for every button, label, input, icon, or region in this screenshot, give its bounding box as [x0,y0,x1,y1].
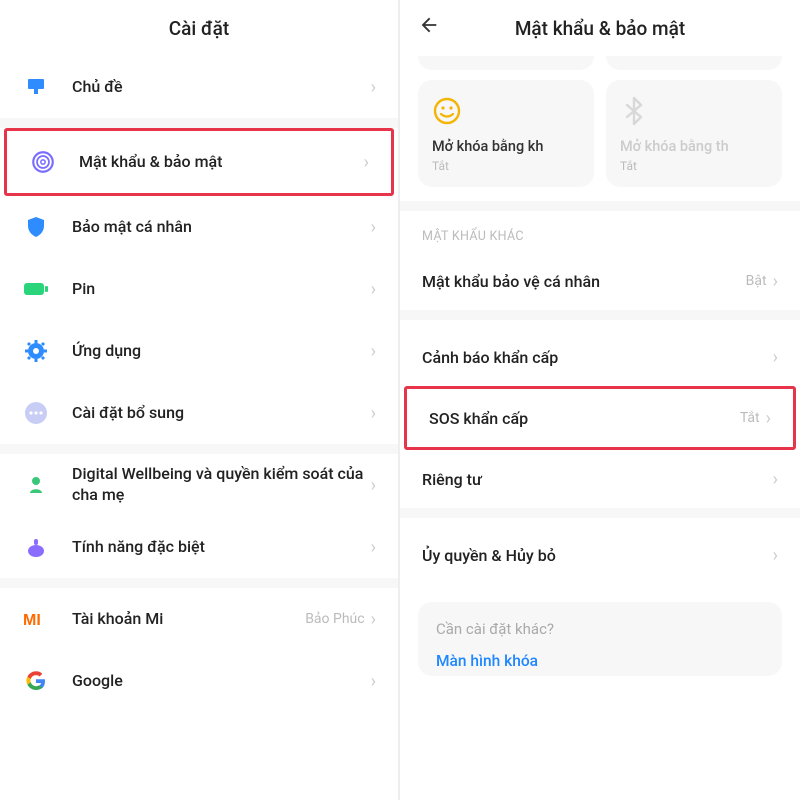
chevron-right-icon: › [773,545,778,566]
bluetooth-icon [620,96,650,126]
row-label: Ứng dụng [72,341,371,362]
chevron-right-icon: › [371,403,376,424]
section-header: MẬT KHẨU KHÁC [400,211,800,252]
cards-row-partial [400,56,800,80]
divider [400,508,800,518]
chevron-right-icon: › [766,408,771,429]
divider [0,444,398,454]
row-value: Tắt [740,410,760,426]
chevron-right-icon: › [773,469,778,490]
battery-icon [22,275,50,303]
row-mi-account[interactable]: MI Tài khoản Mi Bảo Phúc › [0,588,398,650]
more-icon [22,399,50,427]
row-label: Tài khoản Mi [72,609,305,630]
divider [0,578,398,588]
row-label: Chủ đề [72,77,371,98]
shield-icon [22,213,50,241]
chevron-right-icon: › [773,347,778,368]
wellbeing-icon [22,471,50,499]
row-label: Digital Wellbeing và quyền kiểm soát của… [72,464,371,506]
row-label: SOS khẩn cấp [429,409,740,428]
row-label: Ủy quyền & Hủy bỏ [422,546,773,565]
chevron-right-icon: › [371,537,376,558]
fingerprint-icon [29,148,57,176]
page-title: Cài đặt [169,17,229,40]
row-privacy-password[interactable]: Mật khẩu bảo vệ cá nhân Bật › [400,252,800,310]
row-google[interactable]: Google › [0,650,398,712]
row-wellbeing[interactable]: Digital Wellbeing và quyền kiểm soát của… [0,454,398,516]
row-label: Pin [72,279,371,300]
page-title: Mật khẩu & bảo mật [515,17,685,40]
security-screen: Mật khẩu & bảo mật Mở khóa bằng kh Tắt M… [400,0,800,800]
row-label: Bảo mật cá nhân [72,217,371,238]
highlight-box: SOS khẩn cấp Tắt › [404,386,796,450]
special-icon [22,533,50,561]
row-auth-revoke[interactable]: Ủy quyền & Hủy bỏ › [400,526,800,584]
settings-screen: Cài đặt Chủ đề › Mật khẩu & bảo mật › Bả… [0,0,400,800]
header: Cài đặt [0,0,398,56]
row-label: Mật khẩu & bảo mật [79,152,364,173]
card-bluetooth-unlock[interactable]: Mở khóa bằng th Tắt [606,80,782,187]
divider [400,201,800,211]
row-label: Mật khẩu bảo vệ cá nhân [422,272,746,291]
row-value: Bật [746,273,767,289]
chevron-right-icon: › [364,152,369,173]
footer-card: Cần cài đặt khác? Màn hình khóa [418,602,782,676]
chevron-right-icon: › [371,77,376,98]
chevron-right-icon: › [773,271,778,292]
card-sub: Tắt [620,159,768,173]
google-icon [22,667,50,695]
row-privacy[interactable]: Riêng tư › [400,450,800,508]
back-button[interactable] [418,14,440,42]
chevron-right-icon: › [371,475,376,496]
row-privacy[interactable]: Bảo mật cá nhân › [0,196,398,258]
row-emergency-alerts[interactable]: Cảnh báo khẩn cấp › [400,328,800,386]
chevron-right-icon: › [371,341,376,362]
row-value: Bảo Phúc [305,611,364,627]
row-label: Riêng tư [422,470,773,489]
chevron-right-icon: › [371,671,376,692]
smile-icon [432,96,462,126]
row-password-security[interactable]: Mật khẩu & bảo mật › [7,131,391,193]
divider [0,118,398,128]
theme-icon [22,73,50,101]
row-label: Tính năng đặc biệt [72,537,371,558]
card-title: Mở khóa bằng th [620,138,768,155]
row-battery[interactable]: Pin › [0,258,398,320]
row-label: Cảnh báo khẩn cấp [422,348,773,367]
header: Mật khẩu & bảo mật [400,0,800,56]
row-label: Google [72,671,371,692]
highlight-box: Mật khẩu & bảo mật › [4,128,394,196]
chevron-right-icon: › [371,609,376,630]
mi-icon: MI [22,605,50,633]
footer-link[interactable]: Màn hình khóa [436,652,764,670]
unlock-cards: Mở khóa bằng kh Tắt Mở khóa bằng th Tắt [400,80,800,201]
row-special[interactable]: Tính năng đặc biệt › [0,516,398,578]
row-apps[interactable]: Ứng dụng › [0,320,398,382]
divider [400,310,800,320]
footer-question: Cần cài đặt khác? [436,620,764,638]
chevron-right-icon: › [371,279,376,300]
chevron-right-icon: › [371,217,376,238]
card-sub: Tắt [432,159,580,173]
gear-icon [22,337,50,365]
row-theme[interactable]: Chủ đề › [0,56,398,118]
card-face-unlock[interactable]: Mở khóa bằng kh Tắt [418,80,594,187]
card-title: Mở khóa bằng kh [432,138,580,155]
row-label: Cài đặt bổ sung [72,403,371,424]
row-additional[interactable]: Cài đặt bổ sung › [0,382,398,444]
svg-text:MI: MI [23,612,41,629]
row-sos[interactable]: SOS khẩn cấp Tắt › [407,389,793,447]
